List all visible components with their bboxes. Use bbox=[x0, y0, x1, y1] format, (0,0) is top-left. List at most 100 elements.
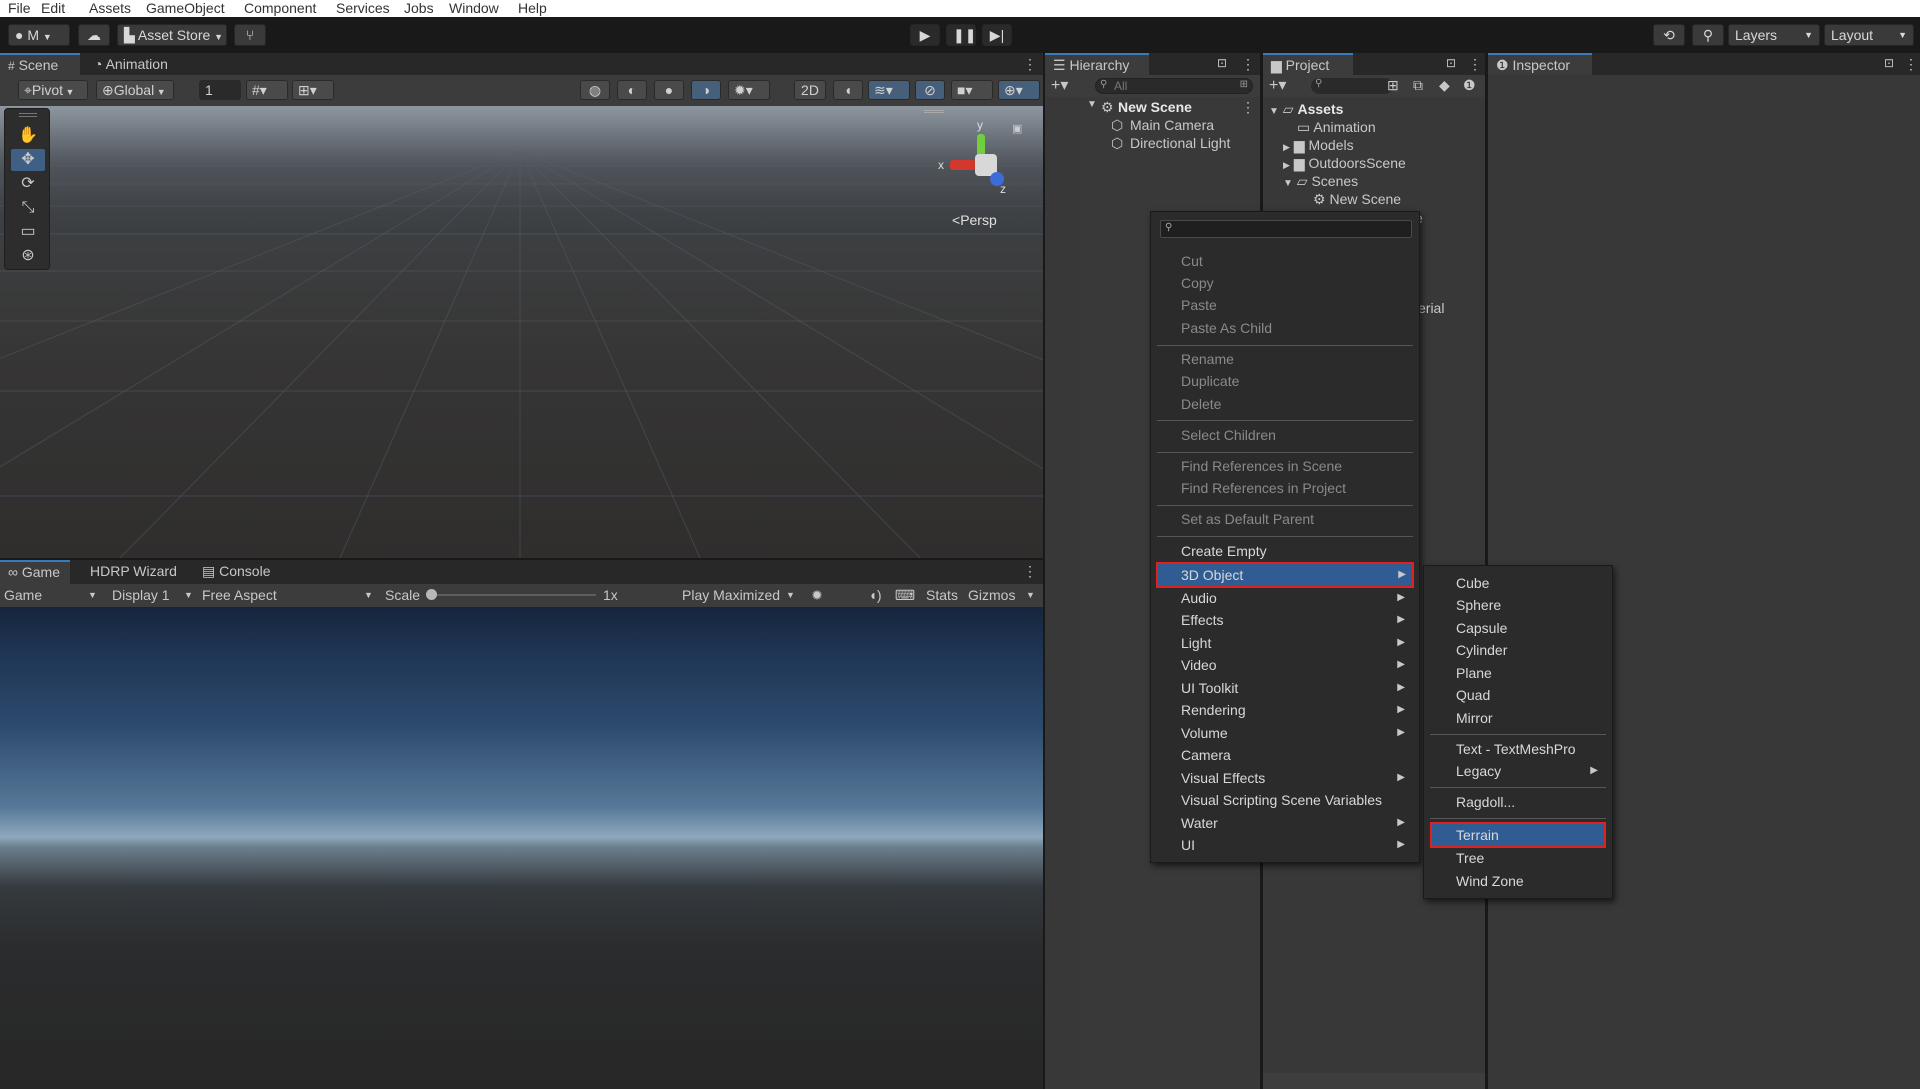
effects-toggle[interactable]: ≋▾ bbox=[868, 80, 910, 100]
frame-debugger-icon[interactable]: ✹ bbox=[804, 586, 830, 605]
hidden-objects-toggle[interactable]: ⊘ bbox=[915, 80, 945, 100]
rect-tool-icon[interactable]: ▭ bbox=[11, 221, 45, 243]
folder-row[interactable]: ▶ ▆ OutdoorsScene bbox=[1283, 155, 1406, 172]
mute-audio-icon[interactable]: ◖) bbox=[862, 586, 888, 605]
scene-row[interactable]: ▼ ⚙ New Scene ⋮ bbox=[1081, 99, 1260, 117]
aspect-select[interactable]: Free Aspect ▼ bbox=[200, 586, 376, 605]
collapse-arrow-icon[interactable]: ▶ bbox=[1283, 142, 1290, 152]
tab-inspector[interactable]: ❶ Inspector bbox=[1488, 53, 1592, 75]
hierarchy-search-input[interactable]: ⚲ All ⊞ bbox=[1095, 78, 1253, 94]
label-icon[interactable]: ◆ bbox=[1439, 77, 1450, 94]
menu-jobs[interactable]: Jobs bbox=[404, 0, 434, 16]
menu-item-select-children[interactable]: Select Children bbox=[1157, 424, 1276, 446]
scene-view[interactable]: y x z ▣ <Persp bbox=[0, 106, 1043, 558]
menu-item-water[interactable]: Water ▶ bbox=[1157, 812, 1413, 834]
scene-file-row[interactable]: ⚙ New Scene bbox=[1313, 191, 1401, 208]
pivot-toggle[interactable]: ⌖Pivot ▼ bbox=[18, 80, 88, 100]
menu-item-sphere[interactable]: Sphere bbox=[1430, 594, 1501, 616]
asset-store-button[interactable]: ▙ Asset Store ▼ bbox=[117, 24, 227, 46]
menu-item-text-textmeshpro[interactable]: Text - TextMeshPro bbox=[1430, 738, 1576, 760]
expand-arrow-icon[interactable]: ▼ bbox=[1283, 178, 1293, 189]
transform-tool-icon[interactable]: ⊛ bbox=[11, 245, 45, 267]
expand-arrow-icon[interactable]: ▼ bbox=[1269, 106, 1279, 117]
search-options-icon[interactable]: ⊞ bbox=[1387, 77, 1399, 94]
menu-edit[interactable]: Edit bbox=[41, 0, 65, 16]
menu-item-tree[interactable]: Tree bbox=[1430, 847, 1484, 869]
menu-item-cut[interactable]: Cut bbox=[1157, 250, 1203, 272]
hierarchy-item[interactable]: ⬡ Directional Light bbox=[1081, 135, 1260, 153]
menu-item-delete[interactable]: Delete bbox=[1157, 393, 1221, 415]
camera-settings-button[interactable]: ■▾ bbox=[951, 80, 993, 100]
play-button[interactable]: ▶ bbox=[910, 24, 940, 46]
menu-help[interactable]: Help bbox=[518, 0, 547, 16]
collapse-arrow-icon[interactable]: ▶ bbox=[1283, 160, 1290, 170]
tab-game[interactable]: ∞ Game bbox=[0, 560, 70, 584]
more-options-icon[interactable]: ⋮ bbox=[1904, 56, 1918, 73]
menu-item-set-default-parent[interactable]: Set as Default Parent bbox=[1157, 508, 1314, 530]
menu-item-plane[interactable]: Plane bbox=[1430, 662, 1492, 684]
search-button[interactable]: ⚲ bbox=[1692, 24, 1724, 46]
menu-component[interactable]: Component bbox=[244, 0, 316, 16]
move-tool-icon[interactable]: ✥ bbox=[11, 149, 45, 171]
folder-row[interactable]: ▶ ▆ Models bbox=[1283, 137, 1354, 154]
menu-item-audio[interactable]: Audio ▶ bbox=[1157, 587, 1413, 609]
menu-assets[interactable]: Assets bbox=[89, 0, 131, 16]
game-view-select[interactable]: Game ▼ bbox=[4, 586, 98, 605]
menu-item-rendering[interactable]: Rendering ▶ bbox=[1157, 699, 1413, 721]
menu-item-volume[interactable]: Volume ▶ bbox=[1157, 722, 1413, 744]
lit-button[interactable]: ◑ bbox=[691, 80, 721, 100]
orientation-gizmo[interactable]: y x z bbox=[920, 118, 1010, 198]
expand-arrow-icon[interactable]: ▼ bbox=[1087, 99, 1097, 110]
menu-services[interactable]: Services bbox=[336, 0, 390, 16]
info-icon[interactable]: ❶ bbox=[1463, 77, 1476, 94]
global-toggle[interactable]: ⊕Global ▼ bbox=[96, 80, 174, 100]
menu-search-input[interactable]: ⚲ bbox=[1160, 220, 1412, 238]
account-button[interactable]: ● M ▼ bbox=[8, 24, 70, 46]
gizmos-dropdown[interactable]: Gizmos ▼ bbox=[966, 586, 1040, 605]
menu-item-video[interactable]: Video ▶ bbox=[1157, 654, 1413, 676]
tab-scene[interactable]: # Scene bbox=[0, 53, 80, 75]
menu-item-find-references-scene[interactable]: Find References in Scene bbox=[1157, 455, 1342, 477]
more-options-icon[interactable]: ⋮ bbox=[1468, 56, 1482, 73]
hand-tool-icon[interactable]: ✋ bbox=[11, 125, 45, 147]
version-control-button[interactable]: ⑂ bbox=[234, 24, 266, 46]
more-options-icon[interactable]: ⋮ bbox=[1023, 53, 1037, 75]
scene-filter-icon[interactable]: ⊞ bbox=[1240, 79, 1248, 90]
grid-visibility-button[interactable]: #▾ bbox=[246, 80, 288, 100]
menu-item-ragdoll[interactable]: Ragdoll... bbox=[1430, 791, 1515, 813]
tab-animation[interactable]: ◔ Animation bbox=[86, 53, 186, 75]
pause-button[interactable]: ❚❚ bbox=[946, 24, 976, 46]
menu-item-camera[interactable]: Camera bbox=[1157, 744, 1413, 766]
add-icon[interactable]: +▾ bbox=[1051, 75, 1068, 95]
drag-handle[interactable] bbox=[924, 110, 944, 113]
menu-item-ui[interactable]: UI ▶ bbox=[1157, 834, 1413, 856]
tab-hierarchy[interactable]: ☰ Hierarchy bbox=[1045, 53, 1149, 75]
menu-item-copy[interactable]: Copy bbox=[1157, 272, 1214, 294]
play-mode-select[interactable]: Play Maximized ▼ bbox=[678, 586, 800, 605]
layers-dropdown[interactable]: Layers ▼ bbox=[1728, 24, 1820, 46]
hierarchy-item[interactable]: ⬡ Main Camera bbox=[1081, 117, 1260, 135]
more-options-icon[interactable]: ⋮ bbox=[1241, 56, 1255, 73]
scale-tool-icon[interactable]: ⤡ bbox=[11, 197, 45, 219]
lock-icon[interactable]: ⊡ bbox=[1217, 56, 1227, 70]
wireframe-draw-button[interactable]: ◍ bbox=[580, 80, 610, 100]
x-axis-cone[interactable] bbox=[950, 160, 976, 170]
folder-row[interactable]: ▼ ▱ Scenes bbox=[1283, 173, 1358, 190]
tab-console[interactable]: ▤ Console bbox=[194, 560, 284, 582]
add-icon[interactable]: +▾ bbox=[1269, 75, 1286, 95]
tab-project[interactable]: ▆ Project bbox=[1263, 53, 1353, 75]
menu-item-cylinder[interactable]: Cylinder bbox=[1430, 639, 1507, 661]
keyboard-icon[interactable]: ⌨ bbox=[892, 586, 918, 605]
rotate-tool-icon[interactable]: ⟳ bbox=[11, 173, 45, 195]
menu-item-quad[interactable]: Quad bbox=[1430, 684, 1490, 706]
shaded-button[interactable]: ● bbox=[654, 80, 684, 100]
menu-gameobject[interactable]: GameObject bbox=[146, 0, 225, 16]
shaded-wireframe-button[interactable]: ◐ bbox=[617, 80, 647, 100]
menu-item-light[interactable]: Light ▶ bbox=[1157, 632, 1413, 654]
menu-file[interactable]: File bbox=[8, 0, 31, 16]
lock-icon[interactable]: ⊡ bbox=[1884, 56, 1894, 70]
menu-item-terrain[interactable]: Terrain bbox=[1430, 822, 1606, 848]
menu-item-visual-effects[interactable]: Visual Effects ▶ bbox=[1157, 767, 1413, 789]
menu-item-find-references-project[interactable]: Find References in Project bbox=[1157, 477, 1346, 499]
layout-dropdown[interactable]: Layout ▼ bbox=[1824, 24, 1914, 46]
